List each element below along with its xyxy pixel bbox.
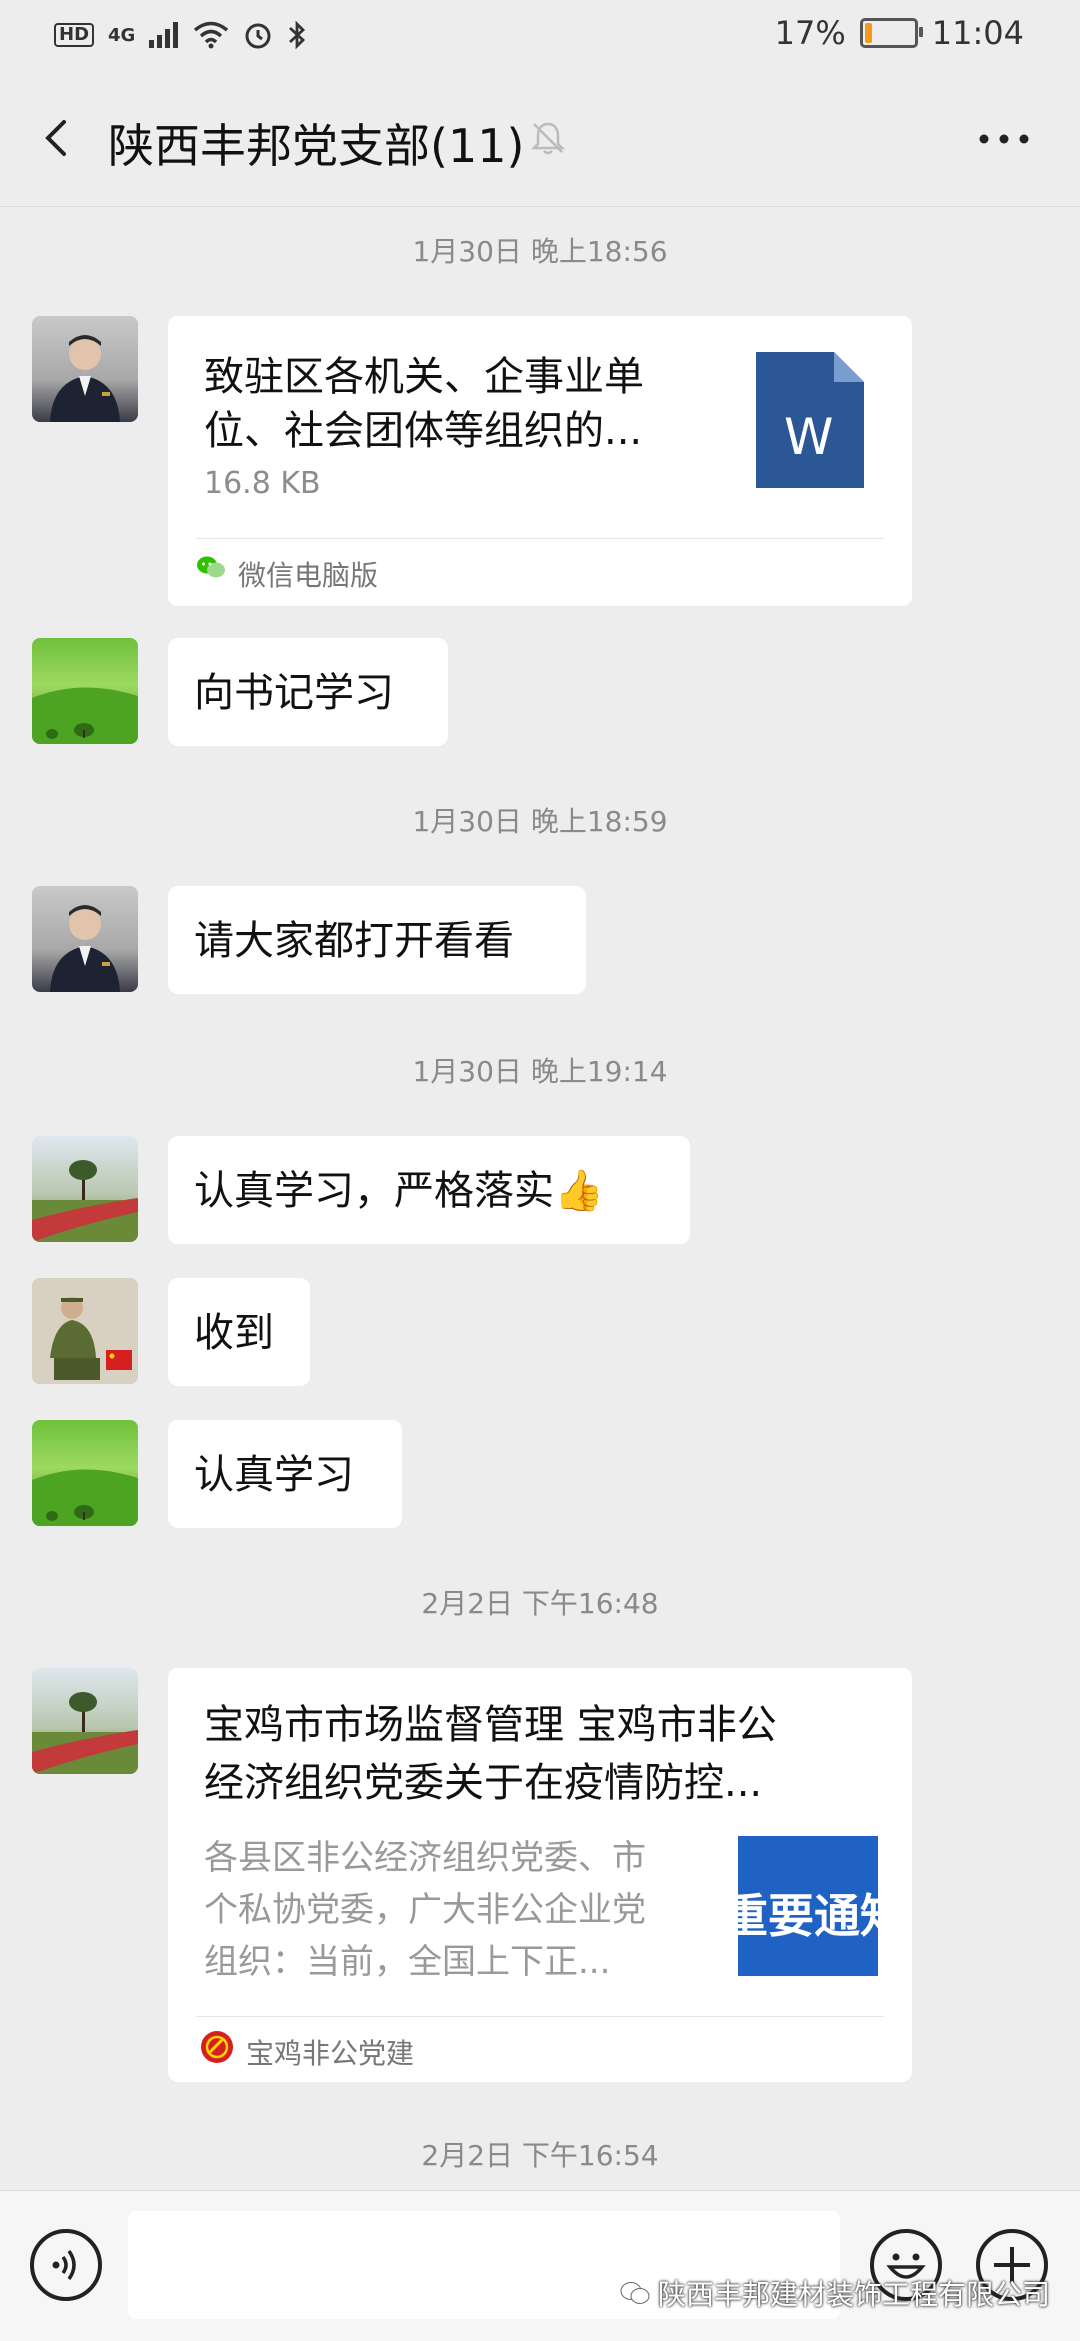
party-emblem-icon xyxy=(201,2031,233,2063)
avatar-image xyxy=(32,1692,138,1774)
status-left: HD 4G xyxy=(54,20,307,50)
avatar-green-field[interactable] xyxy=(32,638,138,744)
wifi-icon xyxy=(194,21,229,49)
message-text: 向书记学习 xyxy=(194,670,394,716)
message-text: 收到 xyxy=(194,1310,274,1356)
message-text: 认真学习 xyxy=(194,1452,354,1498)
battery-fill xyxy=(864,23,873,43)
article-thumbnail: 重要通知 xyxy=(738,1836,878,1976)
avatar-officer[interactable] xyxy=(32,316,138,422)
network-label: 4G xyxy=(108,24,136,46)
voice-icon[interactable] xyxy=(30,2229,102,2301)
message-bubble[interactable]: 认真学习 xyxy=(168,1420,402,1528)
avatar-image xyxy=(32,1469,138,1526)
article-title-line1: 宝鸡市市场监督管理 宝鸡市非公 xyxy=(204,1702,777,1748)
file-size: 16.8 KB xyxy=(204,466,321,501)
avatar-tree-road[interactable] xyxy=(32,1668,138,1774)
alarm-icon xyxy=(245,23,271,49)
avatar-officer[interactable] xyxy=(32,886,138,992)
avatar-image xyxy=(32,1160,138,1242)
chevron-left-icon[interactable] xyxy=(38,118,78,158)
avatar-soldier[interactable] xyxy=(32,1278,138,1384)
file-source: 微信电脑版 xyxy=(238,559,379,592)
message-bubble[interactable]: 认真学习，严格落实👍 xyxy=(168,1136,690,1244)
avatar-tree-road[interactable] xyxy=(32,1136,138,1242)
message-bubble[interactable]: 向书记学习 xyxy=(168,638,448,746)
timestamp: 1月30日 晚上18:56 xyxy=(412,235,668,268)
watermark: 陕西丰邦建材装饰工程有限公司 xyxy=(620,2273,1050,2313)
article-desc-line1: 各县区非公经济组织党委、市 xyxy=(204,1838,646,1878)
timestamp: 2月2日 下午16:48 xyxy=(421,1587,659,1620)
file-title-line2: 位、社会团体等组织的... xyxy=(204,408,643,454)
bell-off-icon xyxy=(530,122,566,155)
wechat-icon xyxy=(197,556,225,578)
card-divider xyxy=(196,538,884,539)
article-title-line2: 经济组织党委关于在疫情防控... xyxy=(204,1760,763,1806)
avatar-image xyxy=(32,687,138,744)
signal-icon xyxy=(149,22,179,48)
timestamp: 2月2日 下午16:54 xyxy=(421,2139,659,2172)
thumbnail-text: 重要通知 xyxy=(738,1889,878,1943)
message-bubble[interactable]: 请大家都打开看看 xyxy=(168,886,586,994)
battery-percent: 17% xyxy=(774,14,846,52)
input-bar: 陕西丰邦建材装饰工程有限公司 xyxy=(0,2190,1080,2341)
avatar-green-field[interactable] xyxy=(32,1420,138,1526)
timestamp: 1月30日 晚上18:59 xyxy=(412,805,668,838)
thumbs-up-emoji: 👍 xyxy=(554,1168,604,1214)
watermark-text: 陕西丰邦建材装饰工程有限公司 xyxy=(658,2278,1051,2311)
card-divider xyxy=(196,2016,884,2017)
chat-title: 陕西丰邦党支部(11) xyxy=(108,119,525,173)
bluetooth-icon xyxy=(289,20,306,50)
file-card[interactable]: 致驻区各机关、企事业单 位、社会团体等组织的... 16.8 KB W 微信电脑… xyxy=(168,316,912,606)
word-file-icon: W xyxy=(756,352,864,488)
status-right: 17% 11:04 xyxy=(775,14,1024,52)
avatar-image xyxy=(50,905,120,992)
timestamp: 1月30日 晚上19:14 xyxy=(412,1055,668,1088)
avatar-image xyxy=(32,1278,138,1384)
article-description: 各县区非公经济组织党委、市 个私协党委，广大非公企业党 组织：当前，全国上下正.… xyxy=(204,1832,646,1988)
message-text: 请大家都打开看看 xyxy=(194,918,514,964)
file-title-line1: 致驻区各机关、企事业单 xyxy=(204,354,644,400)
battery-icon xyxy=(859,18,923,48)
hd-badge: HD xyxy=(54,23,95,47)
message-text-body: 认真学习，严格落实 xyxy=(194,1168,554,1214)
word-icon-letter: W xyxy=(784,408,834,466)
wechat-icon xyxy=(620,2282,650,2304)
status-bar: HD 4G 17% 11:04 xyxy=(0,0,1080,70)
voice-waves xyxy=(52,2249,76,2281)
article-desc-line2: 个私协党委，广大非公企业党 xyxy=(204,1890,646,1930)
message-text: 认真学习，严格落实👍 xyxy=(194,1158,604,1216)
message-bubble[interactable]: 收到 xyxy=(168,1278,310,1386)
article-desc-line3: 组织：当前，全国上下正... xyxy=(204,1942,611,1982)
article-source: 宝鸡非公党建 xyxy=(246,2037,415,2070)
article-card[interactable]: 宝鸡市市场监督管理 宝鸡市非公 经济组织党委关于在疫情防控... 各县区非公经济… xyxy=(168,1668,912,2082)
avatar-image xyxy=(50,335,120,422)
clock: 11:04 xyxy=(931,14,1024,52)
chat-header: 陕西丰邦党支部(11) xyxy=(0,70,1080,207)
more-dots-icon[interactable] xyxy=(978,124,1030,154)
